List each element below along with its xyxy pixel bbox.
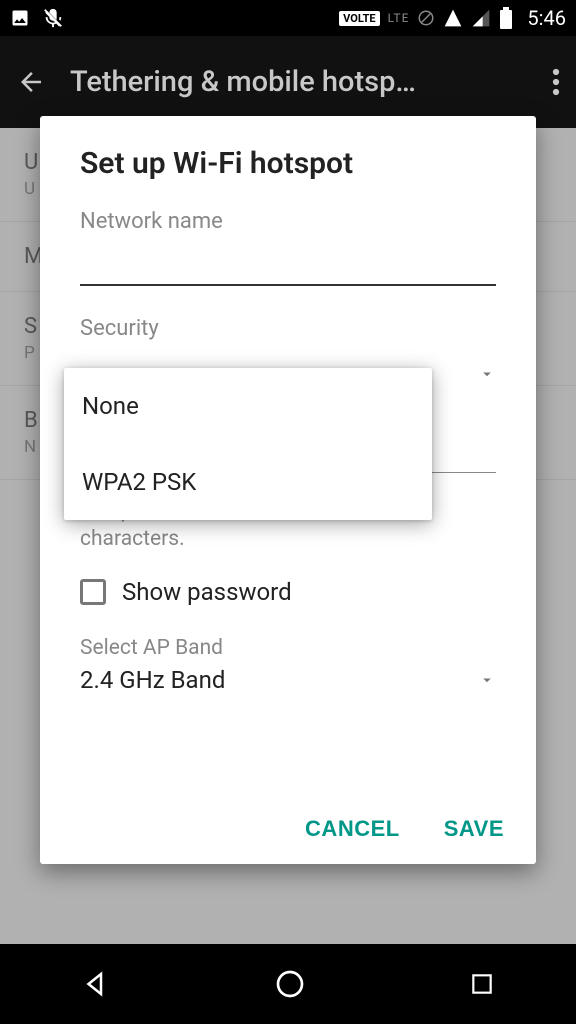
network-name-input[interactable] xyxy=(80,242,496,286)
clock: 5:46 xyxy=(527,6,566,30)
mic-off-icon xyxy=(42,7,64,29)
dialog-title: Set up Wi-Fi hotspot xyxy=(80,146,496,181)
dropdown-option-none[interactable]: None xyxy=(64,368,432,444)
signal-icon xyxy=(443,8,463,28)
dropdown-option-wpa2[interactable]: WPA2 PSK xyxy=(64,444,432,520)
ap-band-value: 2.4 GHz Band xyxy=(80,666,225,694)
ap-band-label: Select AP Band xyxy=(80,636,496,660)
security-dropdown-menu: None WPA2 PSK xyxy=(64,368,432,520)
chevron-down-icon xyxy=(478,671,496,689)
android-nav-bar xyxy=(0,944,576,1024)
network-name-label: Network name xyxy=(80,209,496,234)
security-label: Security xyxy=(80,316,496,341)
chevron-down-icon xyxy=(478,365,496,383)
network-type-label: LTE xyxy=(388,11,410,25)
ap-band-select[interactable]: 2.4 GHz Band xyxy=(80,666,496,694)
nav-home-icon[interactable] xyxy=(274,968,306,1000)
image-icon xyxy=(10,8,30,28)
checkbox-icon xyxy=(80,579,106,605)
status-bar: VOLTE LTE 5:46 xyxy=(0,0,576,36)
more-icon[interactable] xyxy=(552,67,560,97)
no-data-icon xyxy=(417,9,435,27)
signal-icon-2 xyxy=(471,8,491,28)
save-button[interactable]: SAVE xyxy=(444,816,504,842)
volte-badge: VOLTE xyxy=(339,11,379,26)
cancel-button[interactable]: CANCEL xyxy=(305,816,400,842)
show-password-checkbox[interactable]: Show password xyxy=(80,578,496,606)
nav-recent-icon[interactable] xyxy=(469,971,495,997)
battery-icon xyxy=(499,7,513,29)
back-icon[interactable] xyxy=(16,67,46,97)
page-title: Tethering & mobile hotsp… xyxy=(70,65,552,99)
show-password-label: Show password xyxy=(122,578,292,606)
app-bar: Tethering & mobile hotsp… xyxy=(0,36,576,128)
nav-back-icon[interactable] xyxy=(81,969,111,999)
